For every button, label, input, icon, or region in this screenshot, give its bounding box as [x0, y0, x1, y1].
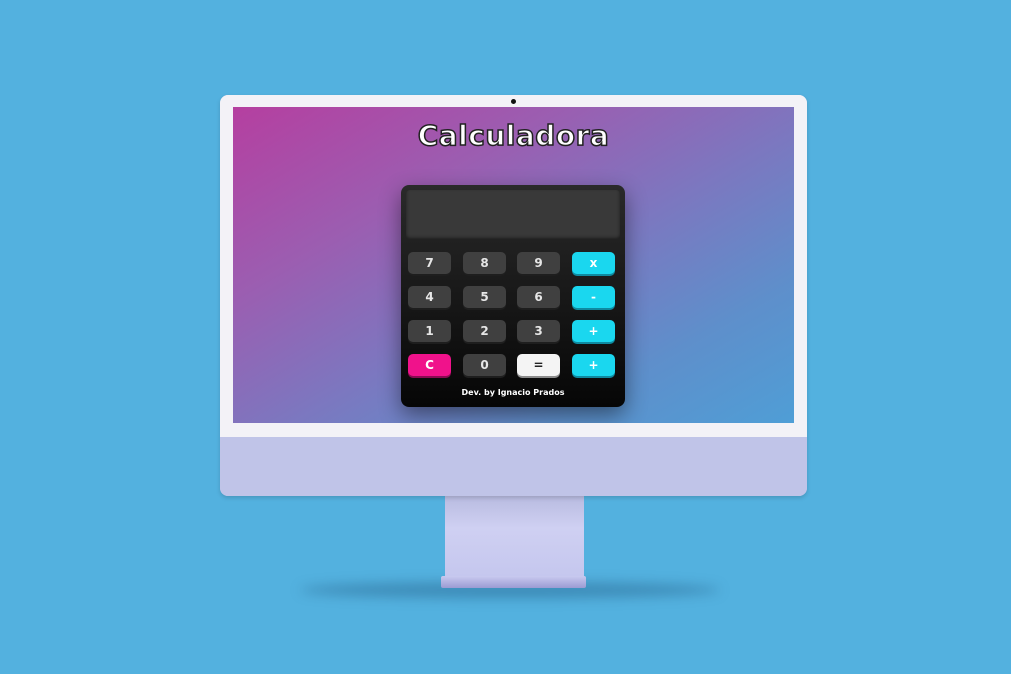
- page-title: Calculadora: [417, 118, 610, 153]
- calculator: 7 8 9 x 4 5 6 - 1 2 3 + C 0 = + Dev. by …: [401, 185, 625, 407]
- monitor-stand-foot: [441, 576, 586, 588]
- key-3[interactable]: 3: [517, 320, 560, 342]
- key-2[interactable]: 2: [463, 320, 506, 342]
- monitor: Calculadora 7 8 9 x 4 5 6 - 1 2 3 + C 0 …: [220, 95, 807, 496]
- monitor-bezel: Calculadora 7 8 9 x 4 5 6 - 1 2 3 + C 0 …: [220, 95, 807, 437]
- desktop-background: Calculadora 7 8 9 x 4 5 6 - 1 2 3 + C 0 …: [0, 0, 1011, 674]
- key-clear[interactable]: C: [408, 354, 451, 376]
- key-subtract[interactable]: -: [572, 286, 615, 308]
- key-5[interactable]: 5: [463, 286, 506, 308]
- key-6[interactable]: 6: [517, 286, 560, 308]
- key-equals[interactable]: =: [517, 354, 560, 376]
- key-1[interactable]: 1: [408, 320, 451, 342]
- key-add-2[interactable]: +: [572, 354, 615, 376]
- key-0[interactable]: 0: [463, 354, 506, 376]
- developer-credit: Dev. by Ignacio Prados: [461, 388, 565, 397]
- key-multiply[interactable]: x: [572, 252, 615, 274]
- key-7[interactable]: 7: [408, 252, 451, 274]
- calculator-display: [406, 190, 620, 240]
- key-4[interactable]: 4: [408, 286, 451, 308]
- key-8[interactable]: 8: [463, 252, 506, 274]
- camera-dot-icon: [511, 99, 516, 104]
- monitor-screen: Calculadora 7 8 9 x 4 5 6 - 1 2 3 + C 0 …: [233, 107, 794, 423]
- key-9[interactable]: 9: [517, 252, 560, 274]
- monitor-stand-neck: [445, 496, 584, 576]
- key-add[interactable]: +: [572, 320, 615, 342]
- monitor-chin: [220, 437, 807, 496]
